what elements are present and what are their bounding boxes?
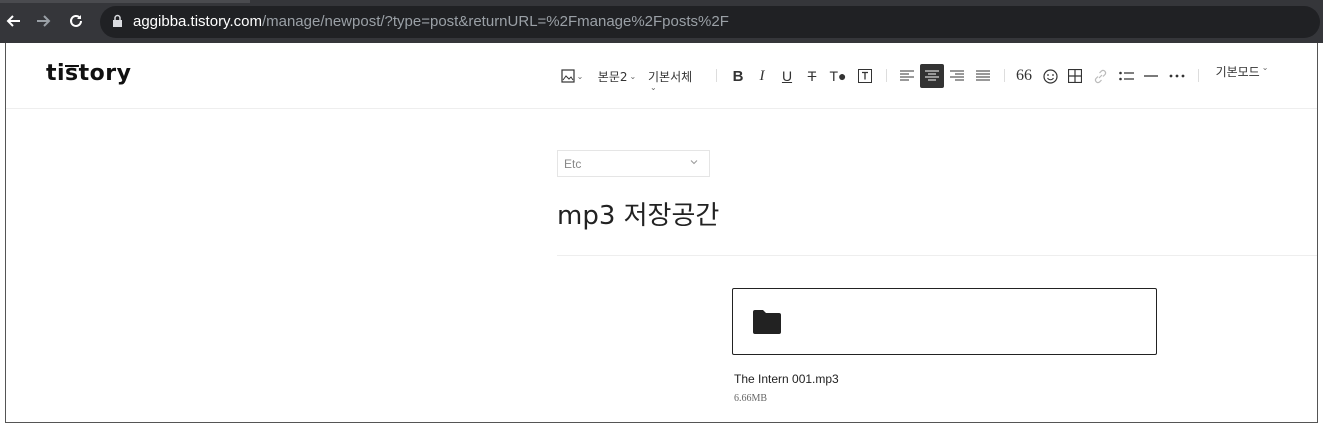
- toolbar-divider: [886, 69, 887, 82]
- chevron-down-icon: ⌄: [629, 71, 637, 81]
- quote-button[interactable]: 66: [1014, 65, 1034, 87]
- bold-button[interactable]: B: [728, 65, 748, 87]
- bullet-list-icon: [1118, 71, 1134, 81]
- file-size: 6.66MB: [734, 393, 768, 404]
- lock-icon: [113, 14, 122, 27]
- link-icon: [1094, 69, 1106, 83]
- url-text[interactable]: aggibba.tistory.com/manage/newpost/?type…: [133, 14, 729, 30]
- tistory-logo[interactable]: tistory: [46, 61, 131, 86]
- underline-button[interactable]: U: [777, 65, 797, 87]
- strikethrough-icon: T: [807, 68, 817, 84]
- align-right-icon: [950, 70, 964, 81]
- toolbar-divider: [716, 69, 717, 82]
- text-background-button[interactable]: [855, 65, 875, 87]
- image-icon: [561, 69, 575, 83]
- editor-header: tistory ⌄ 본문2 ⌄ 기본서체 ⌄ B I U T T● 66 기본모…: [6, 43, 1317, 109]
- file-attachment-box[interactable]: [732, 288, 1157, 355]
- editor-mode-select[interactable]: 기본모드 ⌄: [1212, 63, 1272, 85]
- font-family-select[interactable]: 기본서체 ⌄: [648, 65, 698, 95]
- chevron-down-icon: ⌄: [576, 71, 584, 81]
- table-button[interactable]: [1065, 65, 1085, 87]
- align-center-icon: [925, 70, 939, 81]
- quote-icon: 66: [1016, 67, 1032, 84]
- list-button[interactable]: [1116, 65, 1136, 87]
- folder-icon: [753, 310, 781, 334]
- table-icon: [1068, 69, 1082, 83]
- italic-button[interactable]: I: [752, 65, 772, 87]
- url-path: /manage/newpost/?type=post&returnURL=%2F…: [261, 13, 729, 30]
- logo-text: tistory: [46, 61, 132, 86]
- back-button[interactable]: [2, 10, 24, 32]
- text-background-icon: [858, 69, 872, 83]
- forward-button[interactable]: [33, 10, 55, 32]
- reload-button[interactable]: [65, 10, 87, 32]
- horizontal-line-icon: [1144, 75, 1158, 77]
- category-select[interactable]: Etc: [557, 150, 710, 177]
- editor-page: tistory ⌄ 본문2 ⌄ 기본서체 ⌄ B I U T T● 66 기본모…: [5, 43, 1318, 423]
- align-justify-icon: [976, 70, 990, 81]
- align-right-button[interactable]: [946, 65, 968, 87]
- horizontal-rule-button[interactable]: [1141, 65, 1161, 87]
- underline-icon: U: [781, 68, 793, 84]
- emoticon-button[interactable]: [1040, 65, 1060, 87]
- paragraph-style-select[interactable]: 본문2 ⌄: [596, 65, 638, 87]
- link-button[interactable]: [1090, 65, 1110, 87]
- browser-chrome: aggibba.tistory.com/manage/newpost/?type…: [0, 0, 1323, 43]
- align-center-button[interactable]: [920, 64, 944, 88]
- bold-icon: B: [732, 67, 744, 85]
- logo-dot: [65, 65, 79, 67]
- text-color-button[interactable]: T●: [827, 65, 849, 87]
- category-label: Etc: [564, 157, 582, 171]
- back-arrow-icon: [6, 15, 20, 27]
- post-title-input[interactable]: mp3 저장공간: [557, 195, 719, 232]
- align-left-button[interactable]: [896, 65, 918, 87]
- chevron-down-icon: ⌄: [650, 83, 657, 92]
- url-host: aggibba.tistory.com: [133, 13, 262, 30]
- italic-icon: I: [759, 67, 765, 84]
- align-justify-button[interactable]: [972, 65, 994, 87]
- text-color-icon: T●: [829, 68, 847, 84]
- title-divider: [557, 255, 1317, 256]
- paragraph-style-label: 본문2: [597, 69, 628, 84]
- chevron-down-icon: [690, 160, 698, 165]
- chevron-down-icon: ⌄: [1261, 63, 1269, 72]
- file-name[interactable]: The Intern 001.mp3: [734, 372, 839, 386]
- reload-icon: [70, 14, 82, 27]
- toolbar-divider: [1004, 69, 1005, 82]
- more-button[interactable]: [1166, 65, 1188, 87]
- editor-mode-label: 기본모드: [1215, 65, 1260, 79]
- forward-arrow-icon: [37, 15, 51, 27]
- align-left-icon: [900, 70, 914, 81]
- strikethrough-button[interactable]: T: [802, 65, 822, 87]
- more-icon: [1169, 74, 1185, 78]
- smiley-icon: [1042, 68, 1058, 84]
- toolbar-divider: [1198, 69, 1199, 82]
- insert-image-button[interactable]: ⌄: [559, 65, 585, 87]
- tab-strip-edge: [0, 0, 250, 3]
